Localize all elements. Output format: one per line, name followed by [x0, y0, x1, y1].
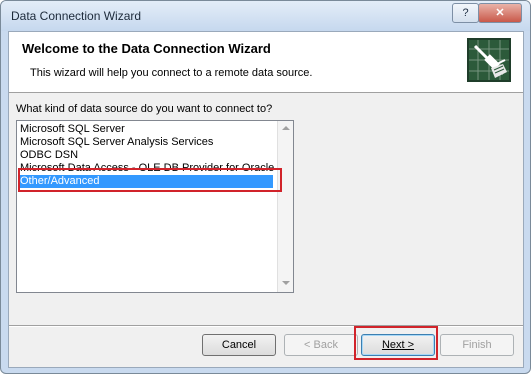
wizard-body: Welcome to the Data Connection Wizard Th…	[8, 31, 524, 368]
back-button[interactable]: < Back	[284, 334, 358, 356]
title-bar[interactable]: Data Connection Wizard ? ✕	[1, 1, 530, 31]
listbox-scrollbar[interactable]	[277, 121, 293, 292]
connection-plug-icon	[467, 38, 511, 82]
window-title: Data Connection Wizard	[11, 9, 142, 23]
data-source-question: What kind of data source do you want to …	[16, 103, 273, 115]
close-button[interactable]: ✕	[478, 3, 522, 23]
button-divider	[9, 325, 523, 327]
welcome-banner: Welcome to the Data Connection Wizard Th…	[9, 32, 523, 93]
list-item-sql-server[interactable]: Microsoft SQL Server	[18, 123, 125, 136]
list-item-analysis-services[interactable]: Microsoft SQL Server Analysis Services	[18, 136, 213, 149]
banner-subtitle: This wizard will help you connect to a r…	[30, 67, 313, 79]
help-button[interactable]: ?	[452, 3, 479, 23]
list-item-odbc-dsn[interactable]: ODBC DSN	[18, 149, 78, 162]
selection-highlight-box	[18, 168, 282, 192]
scroll-down-icon[interactable]	[282, 281, 290, 285]
finish-button[interactable]: Finish	[440, 334, 514, 356]
data-connection-wizard-window: Data Connection Wizard ? ✕ Welcome to th…	[0, 0, 531, 374]
data-source-listbox[interactable]: Microsoft SQL Server Microsoft SQL Serve…	[16, 120, 294, 293]
cancel-button[interactable]: Cancel	[202, 334, 276, 356]
scroll-up-icon[interactable]	[282, 126, 290, 130]
next-highlight-box	[354, 326, 438, 360]
banner-title: Welcome to the Data Connection Wizard	[22, 41, 271, 56]
